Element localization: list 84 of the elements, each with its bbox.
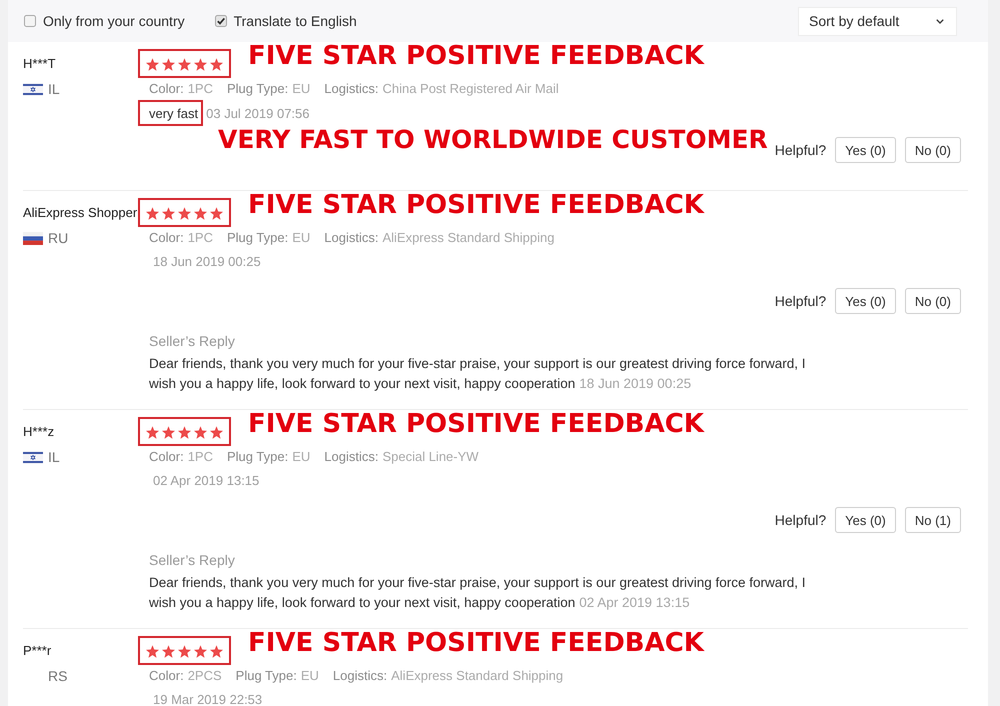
attribute-label: Logistics: bbox=[324, 80, 378, 97]
attribute-value: 2PCS bbox=[188, 667, 222, 684]
attribute-label: Plug Type: bbox=[226, 80, 288, 97]
reviewer-name: H***T bbox=[23, 55, 56, 73]
star-icon bbox=[194, 58, 207, 71]
country-code: RU bbox=[48, 230, 68, 246]
star-icon bbox=[146, 58, 159, 71]
seller-reply-text: Dear friends, thank you very much for your five-star praise, your support is our greatest driving force forward, I wish you a happy life, look forward to your next visit, happy cooperation 18 Jun 2019 00:25 bbox=[149, 355, 807, 393]
star-icon bbox=[210, 426, 223, 439]
attribute-label: Plug Type: bbox=[236, 667, 297, 684]
helpful-label: Helpful? bbox=[774, 142, 826, 158]
annotation-caption: FIVE STAR POSITIVE FEEDBACK bbox=[248, 191, 704, 219]
attribute-value: 1PC bbox=[188, 80, 213, 97]
star-icon bbox=[194, 426, 207, 439]
helpful-label: Helpful? bbox=[774, 512, 826, 528]
reviewer-name: H***z bbox=[23, 423, 54, 441]
review-date: 03 Jul 2019 07:56 bbox=[206, 104, 310, 122]
attribute-label: Plug Type: bbox=[226, 448, 288, 465]
attribute-label: Color: bbox=[149, 667, 184, 684]
star-icon bbox=[210, 207, 223, 220]
attribute-value: Special Line-YW bbox=[382, 448, 479, 465]
attribute-value: EU bbox=[292, 229, 310, 246]
star-icon bbox=[210, 58, 223, 71]
country-code: IL bbox=[48, 81, 60, 97]
attribute-label: Logistics: bbox=[324, 448, 378, 465]
helpful-yes-button[interactable]: Yes (0) bbox=[835, 288, 896, 314]
attribute-label: Color: bbox=[149, 229, 184, 246]
star-icon bbox=[210, 645, 223, 658]
country-code: RS bbox=[48, 668, 68, 684]
review-date: 19 Mar 2019 22:53 bbox=[152, 691, 262, 706]
star-icon bbox=[162, 58, 175, 71]
review-comment: very fast bbox=[138, 100, 204, 126]
attribute-label: Logistics: bbox=[332, 667, 388, 684]
attribute-value: EU bbox=[300, 667, 319, 684]
checkbox-label[interactable]: Only from your country bbox=[43, 13, 185, 29]
star-icon bbox=[146, 645, 159, 658]
seller-reply-text: Dear friends, thank you very much for your five-star praise, your support is our greatest driving force forward, I wish you a happy life, look forward to your next visit, happy cooperation 02 Apr 2019 13:15 bbox=[149, 574, 807, 612]
country-code: IL bbox=[48, 449, 60, 465]
checkbox[interactable] bbox=[24, 15, 36, 27]
star-icon bbox=[146, 426, 159, 439]
attribute-value: AliExpress Standard Shipping bbox=[391, 667, 564, 684]
flag-icon bbox=[23, 82, 43, 96]
helpful-no-button[interactable]: No (1) bbox=[904, 507, 961, 533]
review-date: 02 Apr 2019 13:15 bbox=[152, 472, 260, 489]
review-date: 18 Jun 2019 00:25 bbox=[152, 253, 261, 270]
attribute-value: AliExpress Standard Shipping bbox=[382, 229, 554, 246]
star-icon bbox=[178, 645, 191, 658]
annotation-caption: FIVE STAR POSITIVE FEEDBACK bbox=[248, 410, 704, 438]
chevron-down-icon bbox=[936, 18, 944, 24]
star-icon bbox=[178, 58, 191, 71]
flag-icon bbox=[23, 450, 43, 464]
flag-icon bbox=[23, 232, 43, 244]
reviewer-name: AliExpress Shopper bbox=[23, 204, 138, 222]
star-icon bbox=[194, 645, 207, 658]
attribute-value: 1PC bbox=[188, 448, 213, 465]
helpful-yes-button[interactable]: Yes (0) bbox=[835, 137, 896, 163]
attribute-value: China Post Registered Air Mail bbox=[382, 80, 559, 97]
attribute-label: Plug Type: bbox=[226, 229, 288, 246]
reviewer-name: P***r bbox=[23, 642, 52, 660]
helpful-yes-button[interactable]: Yes (0) bbox=[835, 507, 896, 533]
attribute-label: Color: bbox=[149, 448, 184, 465]
annotation-caption: FIVE STAR POSITIVE FEEDBACK bbox=[248, 42, 704, 70]
star-icon bbox=[178, 426, 191, 439]
star-icon bbox=[162, 207, 175, 220]
annotation-caption: FIVE STAR POSITIVE FEEDBACK bbox=[248, 629, 704, 657]
annotation-caption: VERY FAST TO WORLDWIDE CUSTOMER bbox=[218, 126, 768, 154]
seller-reply-title: Seller’s Reply bbox=[149, 332, 236, 350]
attribute-label: Color: bbox=[149, 80, 184, 97]
attribute-value: EU bbox=[292, 448, 310, 465]
star-icon bbox=[162, 645, 175, 658]
seller-reply-title: Seller’s Reply bbox=[149, 551, 236, 569]
star-icon bbox=[194, 207, 207, 220]
helpful-no-button[interactable]: No (0) bbox=[904, 137, 961, 163]
helpful-no-button[interactable]: No (0) bbox=[904, 288, 961, 314]
checkbox[interactable] bbox=[214, 15, 227, 27]
star-icon bbox=[162, 426, 175, 439]
star-icon bbox=[178, 207, 191, 220]
attribute-value: EU bbox=[292, 80, 310, 97]
attribute-label: Logistics: bbox=[324, 229, 378, 246]
attribute-value: 1PC bbox=[188, 229, 213, 246]
star-icon bbox=[146, 207, 159, 220]
checkbox-label[interactable]: Translate to English bbox=[234, 13, 357, 29]
sort-dropdown[interactable]: Sort by default bbox=[798, 6, 957, 36]
helpful-label: Helpful? bbox=[774, 293, 826, 309]
